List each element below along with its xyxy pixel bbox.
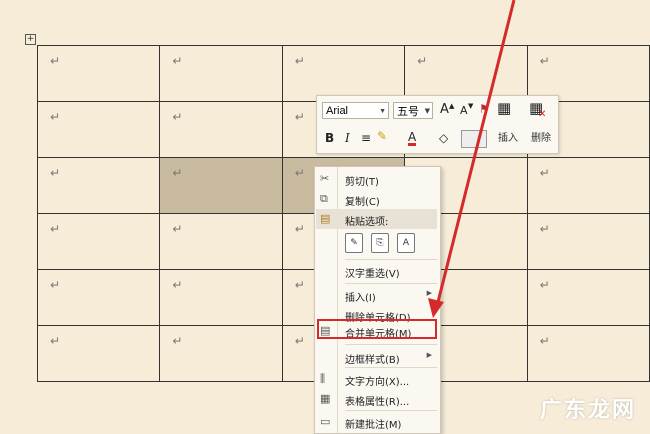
annotation-arrow <box>428 0 516 318</box>
watermark: 广东龙网 <box>539 398 636 423</box>
arrow-shaft <box>435 0 516 307</box>
arrow-head <box>428 298 444 318</box>
